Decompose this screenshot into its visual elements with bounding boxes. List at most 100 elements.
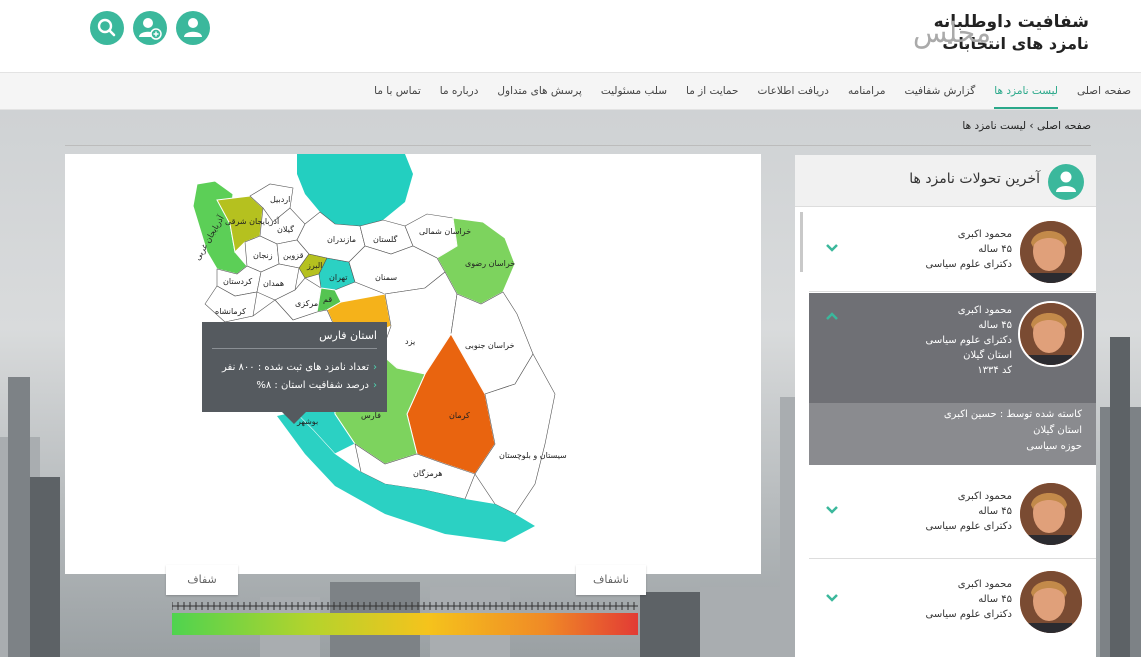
transparency-gradient-bar: [172, 613, 638, 635]
candidate-card[interactable]: محمود اکبری ۴۵ ساله دکترای علوم سیاسی: [809, 211, 1096, 291]
candidate-card[interactable]: محمود اکبری ۴۵ ساله دکترای علوم سیاسی: [809, 473, 1096, 557]
label-khorasan-razavi: خراسان رضوی: [465, 259, 515, 268]
label-kordestan: کردستان: [223, 277, 252, 286]
user-icon: [1048, 164, 1084, 200]
candidate-avatar: [1018, 481, 1084, 547]
panel-header: آخرین تحولات نامزد ها: [795, 155, 1096, 207]
label-markazi: مرکزی: [295, 299, 318, 308]
transparent-filter-button[interactable]: شفاف: [166, 565, 238, 595]
label-hamedan: همدان: [263, 279, 284, 288]
label-azarbayjan-sharghi: آذربایجان شرقی: [225, 216, 280, 226]
chevron-down-icon[interactable]: [825, 505, 839, 515]
tooltip-title: استان فارس: [319, 329, 377, 342]
label-ardabil: اردبیل: [270, 195, 290, 204]
label-alborz: البرز: [306, 261, 322, 270]
app-root: شفافیت داوطلبانه نامزد های انتخابات مجلس: [0, 0, 1141, 657]
tooltip-line-1: تعداد نامزد های ثبت شده : ۸۰۰ نفر: [222, 362, 369, 373]
candidate-name: محمود اکبری: [957, 579, 1012, 590]
chevron-down-icon[interactable]: [825, 593, 839, 603]
candidate-card-selected[interactable]: محمود اکبری ۴۵ ساله دکترای علوم سیاسی اس…: [809, 293, 1096, 403]
nav-contact[interactable]: تماس با ما: [374, 73, 421, 109]
opaque-filter-button[interactable]: ناشفاف: [576, 565, 646, 595]
main-nav: صفحه اصلی لیست نامزد ها گزارش شفافیت مرا…: [0, 72, 1141, 110]
label-sistan: سیستان و بلوچستان: [499, 451, 567, 460]
candidate-age: ۴۵ ساله: [978, 506, 1012, 517]
breadcrumb-home[interactable]: صفحه اصلی: [1037, 120, 1091, 132]
candidate-info: محمود اکبری ۴۵ ساله دکترای علوم سیاسی: [925, 227, 1012, 272]
user-button[interactable]: [176, 11, 210, 45]
nav-support-us[interactable]: حمایت از ما: [686, 73, 738, 109]
chevron-left-icon: ‹: [373, 362, 377, 373]
candidate-degree: دکترای علوم سیاسی: [925, 259, 1012, 270]
candidate-info: محمود اکبری ۴۵ ساله دکترای علوم سیاسی: [925, 489, 1012, 534]
search-icon: [97, 18, 116, 37]
nav-home[interactable]: صفحه اصلی: [1077, 73, 1131, 109]
label-khorasan-shomali: خراسان شمالی: [419, 227, 471, 236]
candidate-age: ۴۵ ساله: [978, 594, 1012, 605]
label-yazd: یزد: [405, 337, 415, 346]
divider: [65, 145, 1091, 146]
candidate-info: محمود اکبری ۴۵ ساله دکترای علوم سیاسی: [925, 577, 1012, 622]
candidate-name: محمود اکبری: [957, 491, 1012, 502]
chevron-up-icon[interactable]: [825, 311, 839, 321]
divider: [809, 558, 1096, 559]
legend-ticks: [172, 602, 638, 610]
candidate-province: استان گیلان: [963, 350, 1012, 361]
tooltip-line-2: درصد شفافیت استان : ۸%: [256, 380, 369, 391]
panel-scrollbar[interactable]: [800, 212, 803, 272]
iran-map: آذربایجان شرقی آذربایجان غربی اردبیل گیل…: [192, 154, 567, 542]
label-mazandaran: مازندران: [327, 235, 356, 244]
breadcrumb: صفحه اصلی › لیست نامزد ها: [962, 120, 1091, 132]
building: [8, 377, 30, 657]
search-button[interactable]: [90, 11, 124, 45]
label-kerman: کرمان: [449, 411, 470, 420]
building: [1110, 337, 1130, 657]
panel-title: آخرین تحولات نامزد ها: [909, 171, 1040, 187]
candidate-details: کاسته شده توسط : حسین اکبری استان گیلان …: [809, 403, 1096, 465]
building: [30, 477, 60, 657]
candidate-avatar: [1018, 569, 1084, 635]
candidate-age: ۴۵ ساله: [978, 320, 1012, 331]
breadcrumb-current: لیست نامزد ها: [962, 120, 1027, 132]
map-panel: آذربایجان شرقی آذربایجان غربی اردبیل گیل…: [65, 154, 761, 574]
tooltip-candidates-count: ‹ تعداد نامزد های ثبت شده : ۸۰۰ نفر: [222, 362, 377, 373]
chevron-down-icon[interactable]: [825, 243, 839, 253]
header: شفافیت داوطلبانه نامزد های انتخابات مجلس: [0, 0, 1141, 72]
label-qazvin: قزوین: [283, 251, 304, 260]
nav-get-info[interactable]: دریافت اطلاعات: [758, 73, 829, 109]
candidate-info: محمود اکبری ۴۵ ساله دکترای علوم سیاسی اس…: [925, 303, 1012, 378]
label-tehran: تهران: [329, 273, 347, 282]
label-khorasan-jonubi: خراسان جنوبی: [465, 341, 515, 350]
label-hormozgan: هرمزگان: [413, 468, 442, 478]
add-user-button[interactable]: [133, 11, 167, 45]
nav-faq[interactable]: پرسش های متداول: [497, 73, 581, 109]
latest-candidates-panel: آخرین تحولات نامزد ها محمود اکبری ۴۵ سال…: [795, 155, 1096, 657]
candidate-card[interactable]: محمود اکبری ۴۵ ساله دکترای علوم سیاسی: [809, 561, 1096, 651]
building: [700, 587, 790, 657]
breadcrumb-chevron-icon: ›: [1026, 120, 1034, 132]
nav-about[interactable]: درباره ما: [440, 73, 479, 109]
detail-reduced-by: کاسته شده توسط : حسین اکبری: [943, 409, 1082, 420]
tooltip-transparency: ‹ درصد شفافیت استان : ۸%: [256, 380, 377, 391]
candidate-name: محمود اکبری: [957, 305, 1012, 316]
candidate-avatar: [1018, 301, 1084, 367]
chevron-left-icon: ‹: [373, 380, 377, 391]
nav-transparency-report[interactable]: گزارش شفافیت: [905, 73, 976, 109]
candidate-age: ۴۵ ساله: [978, 244, 1012, 255]
building: [640, 592, 700, 657]
tooltip-arrow: [282, 412, 306, 424]
nav-charter[interactable]: مرامنامه: [848, 73, 886, 109]
caspian-sea: [297, 154, 413, 226]
site-logo[interactable]: شفافیت داوطلبانه نامزد های انتخابات مجلس: [889, 10, 1089, 60]
detail-province: استان گیلان: [1033, 425, 1082, 436]
nav-disclaimer[interactable]: سلب مسئولیت: [601, 73, 667, 109]
label-gilan: گیلان: [277, 224, 294, 234]
candidate-name: محمود اکبری: [957, 229, 1012, 240]
divider: [809, 291, 1096, 292]
candidate-avatar: [1018, 219, 1084, 285]
candidate-degree: دکترای علوم سیاسی: [925, 335, 1012, 346]
label-kermanshah: کرمانشاه: [215, 307, 246, 316]
candidate-degree: دکترای علوم سیاسی: [925, 609, 1012, 620]
user-icon: [184, 18, 202, 37]
nav-candidates-list[interactable]: لیست نامزد ها: [994, 73, 1058, 109]
